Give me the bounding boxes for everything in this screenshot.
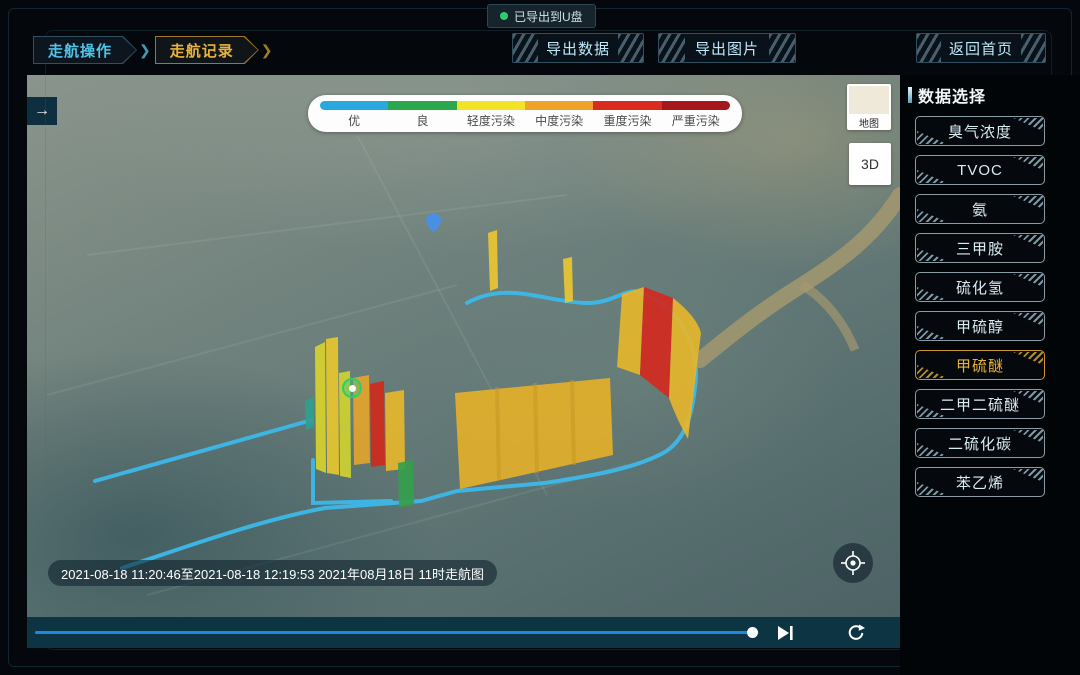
aqi-legend-bar — [320, 101, 730, 110]
map-layer-thumbnail — [849, 86, 889, 114]
export-image-button[interactable]: 导出图片 — [658, 33, 796, 63]
chevron-right-icon: ❯ — [261, 42, 273, 59]
legend-label: 严重污染 — [662, 112, 730, 129]
stripe-decor — [513, 34, 538, 62]
legend-segment — [662, 101, 730, 110]
map-3d-button[interactable]: 3D — [849, 143, 891, 185]
skip-to-end-button[interactable] — [775, 622, 797, 644]
pollutant-button-5[interactable]: 甲硫醇 — [915, 311, 1045, 341]
aqi-legend: 优良轻度污染中度污染重度污染严重污染 — [308, 95, 742, 132]
export-toast: 已导出到U盘 — [487, 4, 596, 28]
stripe-decor — [917, 34, 941, 62]
legend-segment — [320, 101, 388, 110]
green-dot-icon — [500, 12, 508, 20]
crosshair-icon — [840, 550, 866, 576]
pollutant-button-1[interactable]: TVOC — [915, 155, 1045, 185]
map-layer-button[interactable]: 地图 — [847, 84, 891, 130]
map-layer-label: 地图 — [849, 115, 889, 130]
skip-to-end-icon — [778, 626, 794, 640]
pollutant-button-9[interactable]: 苯乙烯 — [915, 467, 1045, 497]
stripe-decor — [769, 34, 795, 62]
legend-label: 重度污染 — [593, 112, 661, 129]
tab-cruise-operation[interactable]: 走航操作 — [33, 36, 137, 64]
pollutant-list: 臭气浓度 TVOC 氨三甲胺硫化氢甲硫醇甲硫醚二甲二硫醚二硫化碳苯乙烯 — [915, 116, 1045, 497]
stripe-decor — [659, 34, 685, 62]
tab-cruise-record[interactable]: 走航记录 — [155, 36, 259, 64]
aqi-legend-labels: 优良轻度污染中度污染重度污染严重污染 — [320, 110, 730, 129]
pollutant-button-7[interactable]: 二甲二硫醚 — [915, 389, 1045, 419]
refresh-icon — [847, 624, 865, 642]
current-position-icon — [342, 378, 362, 398]
app-window: 已导出到U盘 走航操作❯走航记录❯ 导出数据导出图片返回首页 — [0, 0, 1080, 675]
legend-label: 中度污染 — [525, 112, 593, 129]
progress-fill — [35, 631, 752, 634]
legend-segment — [457, 101, 525, 110]
pollutant-button-0[interactable]: 臭气浓度 — [915, 116, 1045, 146]
stripe-decor — [618, 34, 643, 62]
stripe-decor — [1021, 34, 1045, 62]
pollutant-button-2[interactable]: 氨 — [915, 194, 1045, 224]
panel-title-text: 数据选择 — [918, 83, 986, 107]
action-label: 导出数据 — [538, 38, 618, 59]
playback-bar — [27, 617, 900, 648]
action-label: 返回首页 — [941, 38, 1021, 59]
export-data-button[interactable]: 导出数据 — [512, 33, 644, 63]
pollution-walls — [305, 230, 701, 507]
legend-label: 良 — [388, 112, 456, 129]
chevron-right-icon: ❯ — [139, 42, 151, 59]
legend-segment — [593, 101, 661, 110]
action-label: 导出图片 — [685, 38, 769, 59]
pollutant-button-6[interactable]: 甲硫醚 — [915, 350, 1045, 380]
locate-button[interactable] — [833, 543, 873, 583]
nav-tabs: 走航操作❯走航记录❯ — [33, 36, 277, 64]
map-canvas[interactable]: → 优良轻度污染中度污染重度污染严重污染 地图 3D 2021-08-18 11… — [27, 75, 900, 618]
time-range-caption: 2021-08-18 11:20:46至2021-08-18 12:19:53 … — [48, 560, 497, 586]
refresh-button[interactable] — [845, 622, 867, 644]
pollutant-button-3[interactable]: 三甲胺 — [915, 233, 1045, 263]
tab-label: 走航操作 — [34, 37, 136, 63]
pollutant-button-8[interactable]: 二硫化碳 — [915, 428, 1045, 458]
tab-label: 走航记录 — [156, 37, 258, 63]
progress-track[interactable] — [35, 631, 759, 634]
arrow-right-icon[interactable]: → — [27, 97, 57, 125]
title-bar-decor — [908, 87, 912, 103]
progress-handle[interactable] — [747, 627, 758, 638]
legend-label: 优 — [320, 112, 388, 129]
data-select-panel: 数据选择 臭气浓度 TVOC 氨三甲胺硫化氢甲硫醇甲硫醚二甲二硫醚二硫化碳苯乙烯 — [900, 75, 1080, 675]
back-home-button[interactable]: 返回首页 — [916, 33, 1046, 63]
legend-label: 轻度污染 — [457, 112, 525, 129]
pollution-3d-visualization — [27, 75, 900, 618]
map-pin-icon — [426, 213, 441, 238]
legend-segment — [525, 101, 593, 110]
river — [700, 195, 900, 360]
panel-title: 数据选择 — [908, 83, 986, 107]
legend-segment — [388, 101, 456, 110]
toast-label: 已导出到U盘 — [514, 8, 583, 25]
pollutant-button-4[interactable]: 硫化氢 — [915, 272, 1045, 302]
